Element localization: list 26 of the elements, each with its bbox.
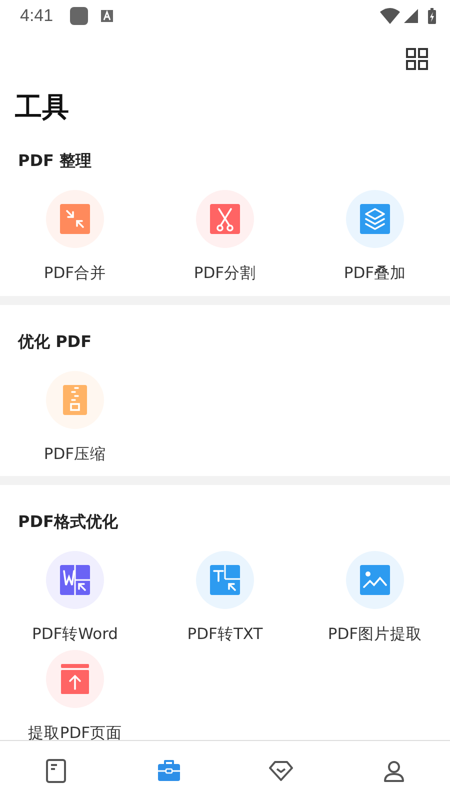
- signal-icon: [404, 9, 418, 23]
- page-title: 工具: [15, 92, 70, 124]
- status-time: 4:41: [20, 5, 54, 28]
- keyboard-notification-icon: [101, 10, 114, 22]
- app-notification-icon: [69, 6, 90, 26]
- zip-icon: [60, 384, 90, 415]
- merge-icon: [60, 204, 90, 234]
- battery-icon: [428, 8, 436, 24]
- tool-label[interactable]: PDF压缩: [44, 444, 106, 464]
- layers-icon: [360, 204, 390, 234]
- section-heading: PDF格式优化: [18, 510, 119, 533]
- image-icon: [360, 564, 390, 595]
- tool-label[interactable]: PDF转Word: [32, 624, 118, 644]
- section-heading: 优化 PDF: [18, 330, 93, 353]
- tool-label[interactable]: PDF合并: [44, 263, 106, 284]
- extract-icon: [60, 664, 90, 694]
- wifi-icon: [380, 8, 400, 24]
- tool-label[interactable]: PDF分割: [194, 263, 256, 284]
- tool-label[interactable]: PDF图片提取: [328, 624, 422, 644]
- tool-label[interactable]: 提取PDF页面: [28, 722, 122, 740]
- word-icon: [60, 564, 90, 595]
- tool-label[interactable]: PDF转TXT: [187, 624, 263, 644]
- section-heading: PDF 整理: [18, 150, 93, 172]
- split-icon: [210, 204, 240, 234]
- txt-icon: [210, 564, 240, 595]
- tool-label[interactable]: PDF叠加: [344, 263, 406, 284]
